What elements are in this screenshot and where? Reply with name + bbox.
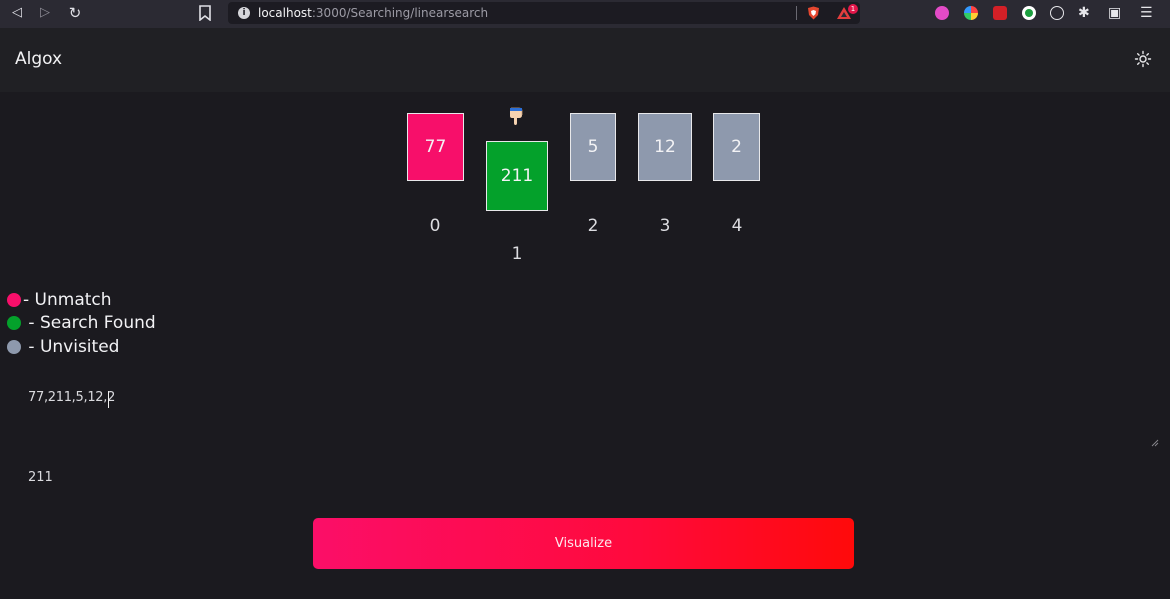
array-bar: 77: [407, 113, 464, 181]
extension-icon[interactable]: [993, 6, 1007, 20]
brave-shield-icon[interactable]: [807, 6, 820, 20]
bar-index-label: 3: [659, 216, 671, 236]
bar-index-label: 1: [511, 244, 523, 264]
legend-item-unvisited: - Unvisited: [7, 337, 119, 357]
extension-icon[interactable]: [1050, 6, 1064, 20]
extension-icon[interactable]: [964, 6, 978, 20]
legend-item-found: - Search Found: [7, 313, 156, 333]
info-icon[interactable]: i: [238, 7, 250, 19]
reload-icon[interactable]: ↻: [66, 4, 84, 22]
extension-icon[interactable]: [935, 6, 949, 20]
puzzle-icon[interactable]: ✱: [1078, 5, 1090, 21]
legend-label: - Search Found: [23, 313, 156, 333]
url-host: localhost: [258, 6, 312, 20]
forward-arrow-icon[interactable]: ▷: [36, 4, 54, 22]
bar-index-label: 0: [429, 216, 441, 236]
bookmark-icon[interactable]: [198, 5, 212, 21]
wallet-icon[interactable]: ▣: [1108, 5, 1121, 21]
app-header: Algox: [0, 28, 1170, 92]
bar-index-label: 2: [587, 216, 599, 236]
array-bar: 2: [713, 113, 760, 181]
array-bar: 211: [486, 141, 548, 211]
app-title: Algox: [15, 49, 63, 69]
back-arrow-icon[interactable]: ◁: [8, 4, 26, 22]
resize-handle-icon[interactable]: [1151, 439, 1159, 447]
array-bar: 5: [570, 113, 616, 181]
legend-label: - Unvisited: [23, 337, 120, 357]
search-target-input[interactable]: [28, 466, 428, 488]
bar-index-label: 4: [731, 216, 743, 236]
legend-label: - Unmatch: [23, 290, 112, 310]
pointing-down-hand-icon: [510, 107, 523, 125]
legend-dot-unmatch: [7, 293, 21, 307]
browser-toolbar: ◁ ▷ ↻ i localhost:3000/Searching/linears…: [0, 0, 1170, 28]
text-caret: [108, 391, 109, 408]
legend-item-unmatch: - Unmatch: [7, 290, 112, 310]
visualize-button[interactable]: Visualize: [313, 518, 854, 569]
sun-icon[interactable]: [1134, 50, 1152, 68]
legend-dot-found: [7, 316, 21, 330]
address-bar[interactable]: i localhost:3000/Searching/linearsearch …: [228, 2, 860, 24]
hamburger-menu-icon[interactable]: ☰: [1140, 5, 1153, 21]
extension-icon[interactable]: [1022, 6, 1036, 20]
rewards-badge: 1: [848, 4, 858, 14]
address-bar-divider: [796, 6, 797, 20]
url-path: :3000/Searching/linearsearch: [311, 6, 489, 20]
array-bar: 12: [638, 113, 692, 181]
array-input[interactable]: 77,211,5,12,2: [28, 390, 1160, 448]
legend-dot-unvisited: [7, 340, 21, 354]
